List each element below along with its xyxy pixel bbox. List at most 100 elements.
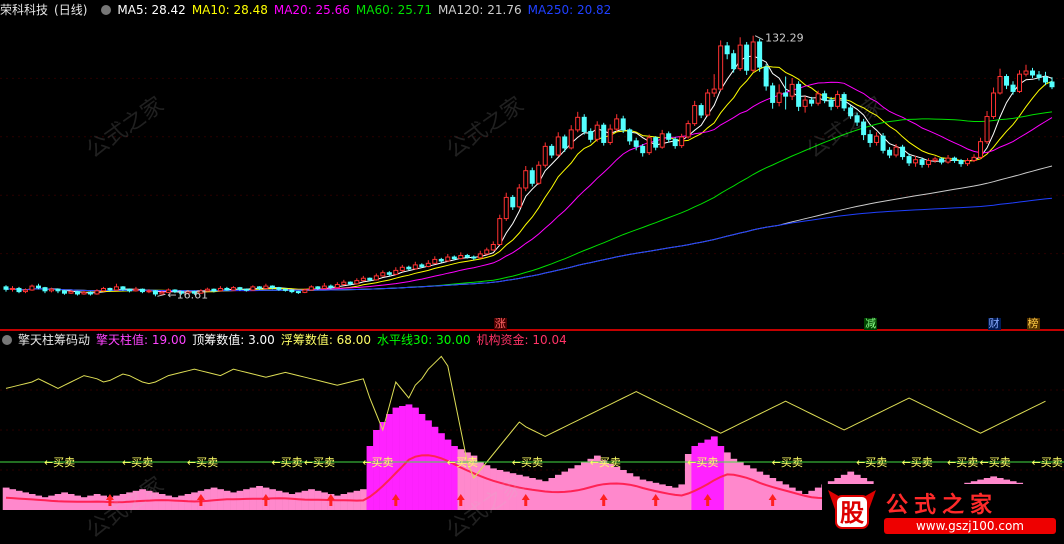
candle-body (432, 258, 438, 264)
candle-body (35, 285, 41, 289)
candle-body (646, 137, 652, 154)
indicator-bar (9, 489, 17, 510)
candle-body (926, 160, 932, 165)
kline-chart[interactable]: 132.29←16.61←买卖 ←买卖 ←买卖 ←买卖 ←买卖 ←买卖 ←买卖 ←买卖 ←买卖 ←… (0, 0, 1064, 541)
indicator-bar (548, 478, 556, 510)
buy-sell-label: ←买卖 (512, 456, 543, 469)
candle-body (932, 158, 938, 162)
event-tag-0[interactable]: 涨 (493, 318, 507, 330)
ma-legend-item-4: MA120: 21.76 (437, 3, 522, 17)
ma-line-ma20 (5, 81, 1053, 292)
indicator-bar (80, 497, 88, 510)
candle-body (581, 116, 587, 132)
indicator-bar (567, 468, 575, 510)
indicator-bar (321, 492, 328, 510)
candle-body (74, 291, 80, 295)
indicator-bar (334, 495, 341, 510)
candle-body (627, 129, 633, 142)
indicator-bar (425, 420, 432, 510)
candle-body (354, 280, 360, 285)
candle-body (939, 158, 945, 163)
indicator-settings-icon[interactable] (2, 335, 12, 345)
indicator-bar (710, 436, 718, 510)
indicator-bar (171, 497, 179, 510)
indicator-bar (632, 476, 640, 510)
indicator-legend-items: 擎天柱值: 19.00 顶筹数值: 3.00 浮筹数值: 68.00 水平线30: 3… (96, 333, 573, 347)
logo-badge: 股 (840, 499, 864, 527)
ma-legend-item-2: MA20: 25.66 (273, 3, 350, 17)
buy-sell-label: ←买卖 (362, 456, 393, 469)
indicator-bar (158, 494, 166, 510)
buy-sell-label: ←买卖 (271, 456, 302, 469)
indicator-bar (762, 474, 770, 510)
candle-body (425, 262, 431, 267)
candle-body (159, 291, 165, 295)
candle-body (874, 135, 880, 143)
candle-body (276, 287, 282, 290)
indicator-bar (87, 495, 95, 510)
candle-body (406, 266, 412, 270)
candle-body (373, 275, 379, 281)
indicator-bar (282, 492, 289, 510)
candle-body (731, 53, 737, 70)
indicator-bar (626, 473, 634, 510)
candle-body (607, 128, 613, 143)
event-tag-1[interactable]: 减 (864, 318, 878, 330)
candle-body (692, 105, 698, 125)
candle-body (100, 287, 106, 292)
candle-body (321, 285, 327, 289)
candle-body (211, 288, 217, 292)
indicator-legend: 擎天柱筹码动 擎天柱值: 19.00 顶筹数值: 3.00 浮筹数值: 68.00 水平… (0, 332, 579, 348)
candle-body (945, 157, 951, 163)
candle-body (958, 160, 964, 165)
buy-sell-label: ←买卖 (122, 456, 153, 469)
indicator-field-0: 擎天柱值: 19.00 (96, 333, 187, 347)
ma-legend-items: MA5: 28.42 MA10: 28.48 MA20: 25.66 MA60: 25… (117, 3, 617, 17)
candle-body (399, 266, 405, 271)
indicator-bar (295, 492, 302, 510)
settings-gear-icon[interactable] (101, 5, 112, 15)
candle-body (516, 187, 522, 208)
event-tag-3[interactable]: 榜 (1026, 318, 1040, 330)
candle-body (380, 272, 386, 277)
indicator-bar (503, 471, 510, 510)
candle-body (724, 45, 730, 55)
indicator-bar (723, 452, 731, 510)
candle-body (1004, 76, 1010, 86)
candle-body (952, 157, 958, 162)
candle-body (510, 196, 516, 208)
candle-body (107, 287, 113, 291)
logo-title: 公式之家 (886, 492, 998, 518)
candle-body (718, 45, 724, 90)
candle-body (360, 277, 366, 282)
candle-body (22, 289, 28, 293)
candle-body (386, 272, 392, 275)
candle-body (334, 284, 340, 289)
ma-line-ma10 (5, 65, 1053, 293)
indicator-name[interactable]: 擎天柱筹码动 (18, 333, 90, 347)
indicator-bar (665, 486, 673, 510)
indicator-bar (516, 474, 523, 510)
candle-body (848, 107, 854, 117)
candle-body (393, 269, 399, 275)
candle-body (1030, 70, 1036, 76)
indicator-bar (782, 484, 790, 510)
candle-body (243, 288, 249, 291)
indicator-bar (808, 490, 816, 510)
indicator-bar (678, 484, 686, 510)
event-tag-2[interactable]: 财 (987, 318, 1001, 330)
candle-body (289, 289, 295, 293)
candle-body (523, 170, 529, 189)
candle-body (126, 288, 132, 292)
site-logo: 股 公式之家 www.gszj100.com (822, 484, 1062, 540)
candle-body (269, 285, 275, 289)
buy-sell-label: ←买卖 (687, 456, 718, 469)
candle-body (828, 99, 834, 107)
candle-body (861, 121, 867, 136)
candle-body (113, 286, 119, 291)
candle-body (217, 287, 223, 292)
candle-body (315, 286, 321, 289)
candle-body (887, 149, 893, 156)
stock-name[interactable]: 荣科科技 (日线) (0, 3, 93, 17)
candle-body (783, 92, 789, 97)
